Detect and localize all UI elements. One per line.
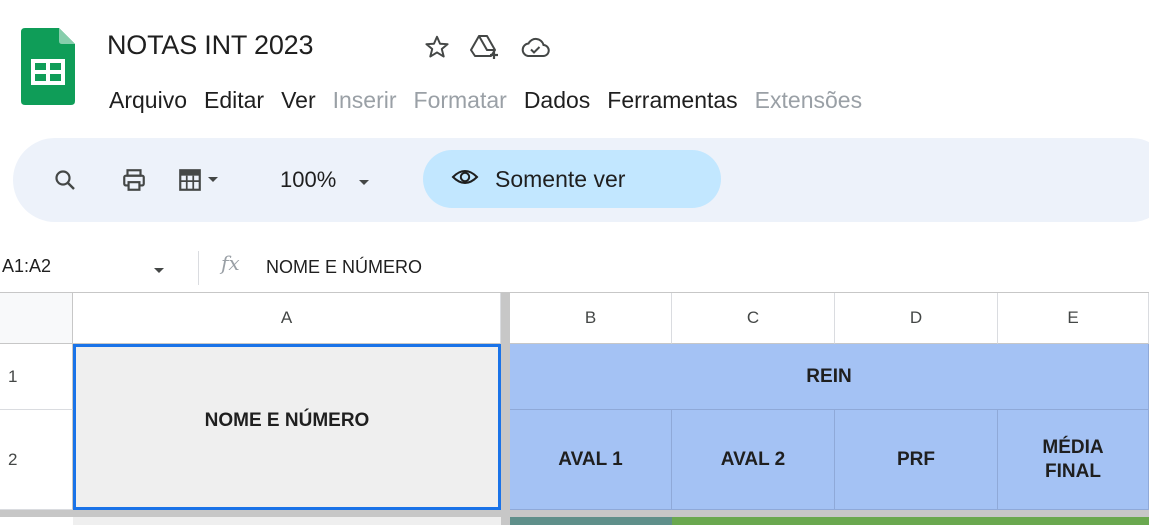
add-shortcut-to-drive-icon[interactable] <box>470 34 500 60</box>
name-box[interactable]: A1:A2 <box>2 256 51 277</box>
cell-b3[interactable] <box>510 517 672 525</box>
formula-input[interactable]: NOME E NÚMERO <box>266 257 422 278</box>
menu-ferramentas[interactable]: Ferramentas <box>607 87 737 114</box>
cell-c3-e3[interactable] <box>672 517 1149 525</box>
frozen-columns-divider[interactable] <box>501 293 510 525</box>
menu-arquivo[interactable]: Arquivo <box>109 87 187 114</box>
document-title[interactable]: NOTAS INT 2023 <box>107 30 313 61</box>
zoom-select[interactable]: 100% <box>280 138 370 222</box>
column-header-c[interactable]: C <box>672 293 835 344</box>
frozen-rows-divider[interactable] <box>0 510 1149 517</box>
view-only-button[interactable]: Somente ver <box>423 150 721 208</box>
sheets-logo-icon[interactable] <box>21 28 75 105</box>
menu-extensoes[interactable]: Extensões <box>755 87 862 114</box>
menu-ver[interactable]: Ver <box>281 87 316 114</box>
chevron-down-icon[interactable] <box>153 262 165 280</box>
column-header-b[interactable]: B <box>510 293 672 344</box>
zoom-value: 100% <box>280 167 337 192</box>
print-icon[interactable] <box>121 138 147 222</box>
cell-d2[interactable]: PRF <box>835 410 998 510</box>
view-mode-label: Somente ver <box>495 165 626 192</box>
select-all-corner[interactable] <box>0 293 73 344</box>
cell-a1-a2-selected[interactable]: NOME E NÚMERO <box>73 344 501 510</box>
cell-e2-text: MÉDIA FINAL <box>1042 436 1104 482</box>
column-header-d[interactable]: D <box>835 293 998 344</box>
column-header-e[interactable]: E <box>998 293 1149 344</box>
row-header-3[interactable] <box>0 517 73 525</box>
column-header-a[interactable]: A <box>73 293 501 344</box>
row-header-1[interactable]: 1 <box>0 344 73 410</box>
formula-bar-divider <box>198 251 199 285</box>
menu-bar: Arquivo Editar Ver Inserir Formatar Dado… <box>109 87 862 114</box>
menu-dados[interactable]: Dados <box>524 87 590 114</box>
fx-icon: fx <box>221 251 240 275</box>
menu-formatar[interactable]: Formatar <box>414 87 507 114</box>
chevron-down-icon <box>358 167 370 193</box>
cell-e2[interactable]: MÉDIA FINAL <box>998 410 1149 510</box>
format-table-icon[interactable] <box>177 138 203 222</box>
cell-c2[interactable]: AVAL 2 <box>672 410 835 510</box>
star-icon[interactable] <box>424 34 450 60</box>
cell-b2[interactable]: AVAL 1 <box>510 410 672 510</box>
cell-b1-e1-merged[interactable]: REIN <box>510 344 1149 410</box>
search-icon[interactable] <box>53 138 77 222</box>
cell-a3[interactable] <box>73 517 501 525</box>
menu-editar[interactable]: Editar <box>204 87 264 114</box>
row-header-2[interactable]: 2 <box>0 410 73 510</box>
cloud-saved-icon[interactable] <box>520 35 550 59</box>
eye-icon <box>451 167 479 192</box>
chevron-down-icon[interactable] <box>207 138 219 222</box>
formula-bar: A1:A2 fx NOME E NÚMERO <box>0 246 1149 292</box>
spreadsheet-grid: A B C D E 1 2 NOME E NÚMERO REIN AVAL 1 … <box>0 292 1149 525</box>
menu-inserir[interactable]: Inserir <box>333 87 397 114</box>
